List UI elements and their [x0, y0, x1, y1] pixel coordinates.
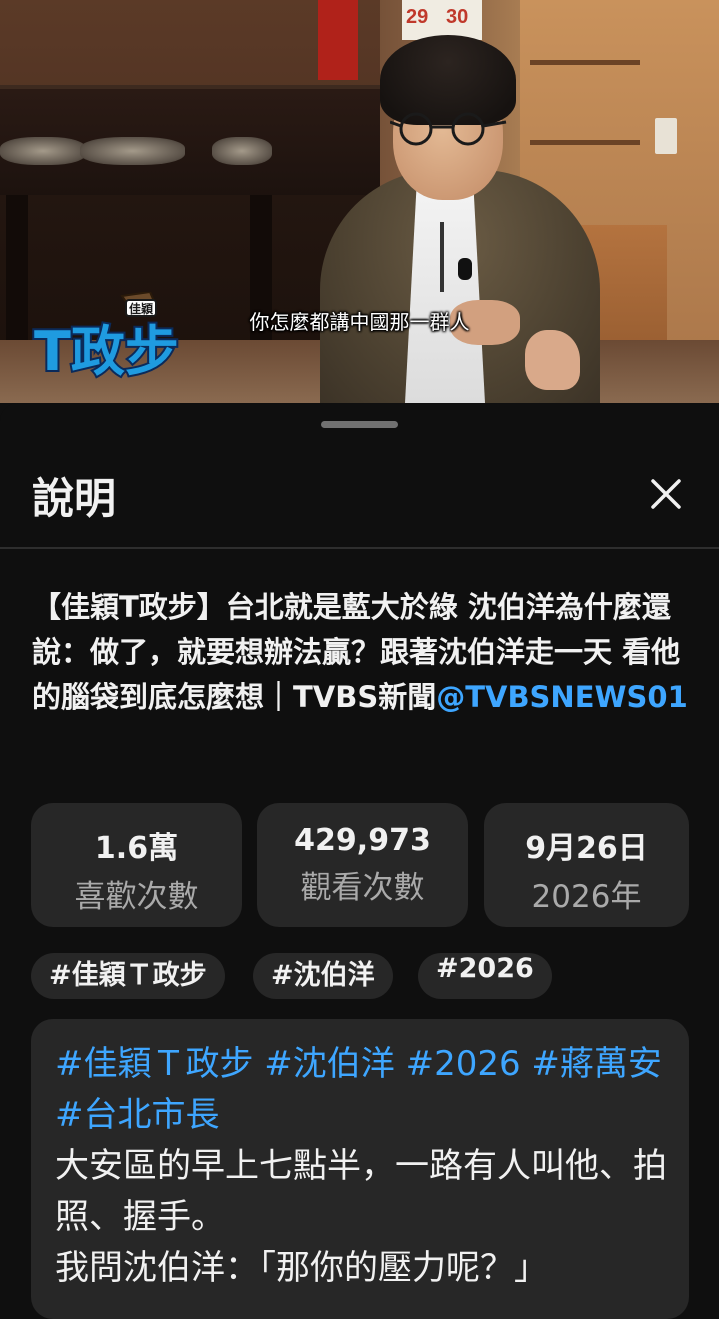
- date-stat: 9月26日 2026年: [484, 803, 689, 927]
- likes-stat: 1.6萬 喜歡次數: [31, 803, 242, 927]
- views-count: 429,973: [294, 823, 431, 858]
- divider: [0, 547, 719, 549]
- altar-carving: [80, 137, 185, 165]
- wall-calendar: 29 30: [402, 0, 482, 40]
- publish-date: 9月26日: [525, 831, 648, 866]
- publish-year: 2026年: [531, 879, 642, 915]
- close-icon[interactable]: [641, 469, 691, 519]
- likes-label: 喜歡次數: [74, 879, 199, 915]
- speaker-shirt: [405, 178, 485, 403]
- sheet-title: 說明: [32, 474, 117, 523]
- description-paragraph: 我問沈伯洋：「那你的壓力呢？」: [55, 1248, 548, 1288]
- views-label: 觀看次數: [300, 870, 425, 906]
- speaker-hand: [525, 330, 580, 390]
- views-stat: 429,973 觀看次數: [257, 803, 468, 927]
- shelf: [530, 60, 640, 65]
- description-paragraph: 大安區的早上七點半，一路有人叫他、拍照、握手。: [55, 1146, 667, 1237]
- calendar-number: 29: [406, 6, 429, 28]
- hashtag-chips: #佳穎Ｔ政步 #沈伯洋 #2026: [31, 953, 691, 1001]
- red-banner: [318, 0, 358, 80]
- altar-carving: [0, 137, 86, 165]
- video-player[interactable]: 29 30 佳穎 T政步 你怎麼都講中國那一群人: [0, 0, 719, 403]
- drag-handle[interactable]: [321, 421, 398, 428]
- shirt-zip: [440, 222, 444, 292]
- likes-count: 1.6萬: [94, 831, 179, 866]
- description-body: #佳穎Ｔ政步 #沈伯洋 #2026 #蔣萬安 #台北市長 大安區的早上七點半，一…: [31, 1019, 689, 1319]
- lapel-mic: [458, 258, 472, 280]
- video-title: 【佳穎T政步】台北就是藍大於綠 沈伯洋為什麼還說：做了，就要想辦法贏？跟著沈伯洋…: [32, 585, 692, 721]
- light-switch: [655, 118, 677, 154]
- video-caption: 你怎麼都講中國那一群人: [249, 310, 470, 334]
- description-sheet: 說明 【佳穎T政步】台北就是藍大於綠 沈伯洋為什麼還說：做了，就要想辦法贏？跟著…: [0, 403, 719, 1319]
- hashtag-chip[interactable]: #佳穎Ｔ政步: [31, 953, 225, 999]
- hashtag-chip[interactable]: #2026: [418, 953, 552, 999]
- stats-row: 1.6萬 喜歡次數 429,973 觀看次數 9月26日 2026年: [31, 803, 689, 927]
- description-text: #佳穎Ｔ政步 #沈伯洋 #2026 #蔣萬安 #台北市長 大安區的早上七點半，一…: [55, 1039, 675, 1294]
- calendar-number: 30: [446, 6, 469, 28]
- altar-carving: [212, 137, 272, 165]
- glasses-icon: [390, 112, 507, 146]
- close-button[interactable]: [641, 469, 691, 519]
- shelf: [530, 140, 640, 145]
- hashtag-chip[interactable]: #沈伯洋: [253, 953, 393, 999]
- channel-handle-link[interactable]: @TVBSNEWS01: [436, 680, 688, 714]
- description-hashtags[interactable]: #佳穎Ｔ政步 #沈伯洋 #2026 #蔣萬安 #台北市長: [55, 1039, 675, 1141]
